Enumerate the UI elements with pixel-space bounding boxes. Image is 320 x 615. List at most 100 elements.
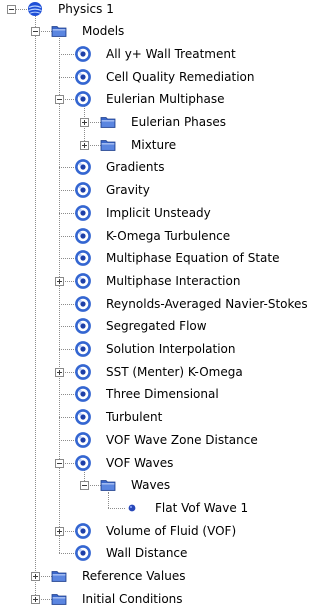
collapse-toggle[interactable] [31, 27, 40, 36]
tree-node-mixture[interactable]: Mixture [100, 134, 176, 156]
tree-node-label: K-Omega Turbulence [106, 228, 231, 243]
tree-node-sst-menter-k-omega[interactable]: SST (Menter) K-Omega [75, 361, 243, 383]
tree-connector-vertical [35, 15, 36, 599]
tree-node-label: VOF Wave Zone Distance [106, 432, 258, 447]
tree-connector-horizontal [59, 553, 76, 554]
tree-node-label: Solution Interpolation [106, 342, 236, 356]
model-icon [75, 363, 91, 380]
tree-node-vof-waves[interactable]: VOF Waves [75, 452, 173, 474]
model-icon [75, 250, 91, 267]
tree-node-all-y-wall-treatment[interactable]: All y+ Wall Treatment [75, 43, 236, 65]
tree-connector-horizontal [108, 508, 125, 509]
tree-node-label: Initial Conditions [82, 591, 183, 606]
tree-node-label: Flat Vof Wave 1 [155, 500, 249, 515]
tree-node-label: Reference Values [82, 569, 186, 583]
collapse-toggle[interactable] [7, 5, 16, 14]
tree-node-label: Models [82, 24, 125, 39]
tree-connector-horizontal [59, 54, 76, 55]
folder-icon [51, 23, 67, 39]
tree-connector-horizontal [59, 77, 76, 78]
tree-node-multiphase-equation-of-state[interactable]: Multiphase Equation of State [75, 247, 279, 269]
model-icon [75, 295, 91, 312]
tree-node-reynolds-averaged-navier-stokes[interactable]: Reynolds-Averaged Navier-Stokes [75, 293, 308, 315]
tree-node-label: Volume of Fluid (VOF) [106, 523, 237, 538]
tree-node-implicit-unsteady[interactable]: Implicit Unsteady [75, 202, 211, 224]
tree-node-label: Gravity [106, 183, 150, 198]
expand-toggle[interactable] [31, 572, 40, 581]
tree-node-solution-interpolation[interactable]: Solution Interpolation [75, 338, 236, 360]
tree-node-segregated-flow[interactable]: Segregated Flow [75, 315, 207, 337]
model-icon [75, 318, 91, 335]
model-icon [75, 91, 91, 108]
tree-node-turbulent[interactable]: Turbulent [75, 406, 162, 428]
model-icon [75, 182, 91, 198]
expand-toggle[interactable] [31, 595, 40, 604]
tree-node-gradients[interactable]: Gradients [75, 156, 164, 178]
model-icon [75, 159, 91, 176]
tree-node-wall-distance[interactable]: Wall Distance [75, 542, 187, 564]
tree-node-flat-vof-wave-1[interactable]: Flat Vof Wave 1 [124, 497, 248, 519]
expand-toggle[interactable] [80, 141, 89, 150]
tree-connector-horizontal [59, 417, 76, 418]
folder-icon [100, 114, 116, 130]
tree-node-models[interactable]: Models [51, 20, 124, 42]
physics-continuum-icon [27, 1, 43, 17]
model-icon [75, 409, 91, 425]
tree-node-cell-quality-remediation[interactable]: Cell Quality Remediation [75, 66, 254, 88]
model-icon [75, 227, 91, 244]
tree-node-label: Mixture [131, 137, 177, 152]
expand-toggle[interactable] [55, 527, 64, 536]
tree-node-gravity[interactable]: Gravity [75, 179, 150, 201]
tree-node-volume-of-fluid-vof[interactable]: Volume of Fluid (VOF) [75, 520, 236, 542]
bullet-icon [124, 500, 140, 516]
expand-toggle[interactable] [55, 277, 64, 286]
tree-node-label: Eulerian Phases [131, 115, 227, 129]
tree-node-label: Gradients [106, 160, 165, 175]
model-icon [75, 522, 91, 539]
tree-node-waves[interactable]: Waves [100, 474, 170, 496]
tree-node-label: VOF Waves [106, 455, 174, 470]
model-icon [75, 45, 91, 62]
tree-node-label: Turbulent [106, 410, 163, 425]
expand-toggle[interactable] [55, 368, 64, 377]
model-icon [75, 545, 91, 562]
tree-node-label: SST (Menter) K-Omega [106, 364, 243, 379]
tree-node-reference-values[interactable]: Reference Values [51, 565, 185, 587]
tree-node-label: Eulerian Multiphase [106, 92, 225, 107]
folder-icon [51, 568, 67, 584]
tree-connector-horizontal [59, 258, 76, 259]
tree-node-label: Wall Distance [106, 546, 188, 561]
tree-connector-horizontal [59, 394, 76, 395]
tree-node-label: Cell Quality Remediation [106, 69, 255, 84]
tree-node-initial-conditions[interactable]: Initial Conditions [51, 588, 183, 610]
tree-node-vof-wave-zone-distance[interactable]: VOF Wave Zone Distance [75, 429, 258, 451]
model-icon [75, 454, 91, 471]
collapse-toggle[interactable] [55, 95, 64, 104]
tree-connector-horizontal [59, 213, 76, 214]
tree-node-label: Physics 1 [58, 1, 114, 16]
tree-node-label: Multiphase Equation of State [106, 251, 280, 266]
model-icon [75, 386, 91, 403]
tree-connector-horizontal [59, 349, 76, 350]
tree-connector-horizontal [59, 236, 76, 237]
tree-node-three-dimensional[interactable]: Three Dimensional [75, 383, 219, 405]
tree-node-multiphase-interaction[interactable]: Multiphase Interaction [75, 270, 240, 292]
tree-connector-horizontal [59, 440, 76, 441]
tree-node-label: All y+ Wall Treatment [106, 46, 236, 61]
tree-node-label: Three Dimensional [106, 387, 219, 402]
collapse-toggle[interactable] [80, 481, 89, 490]
model-icon [75, 204, 91, 221]
tree-node-eulerian-phases[interactable]: Eulerian Phases [100, 111, 226, 133]
model-icon [75, 341, 91, 357]
expand-toggle[interactable] [80, 118, 89, 127]
tree-node-k-omega-turbulence[interactable]: K-Omega Turbulence [75, 225, 230, 247]
tree-connector-vertical [59, 38, 60, 554]
tree-node-physics-1[interactable]: Physics 1 [27, 0, 114, 20]
tree-node-label: Implicit Unsteady [106, 205, 211, 220]
model-icon [75, 68, 91, 85]
model-icon [75, 431, 91, 448]
tree-node-label: Multiphase Interaction [106, 273, 241, 288]
tree-node-label: Segregated Flow [106, 319, 207, 334]
collapse-toggle[interactable] [55, 459, 64, 468]
tree-node-eulerian-multiphase[interactable]: Eulerian Multiphase [75, 88, 225, 110]
